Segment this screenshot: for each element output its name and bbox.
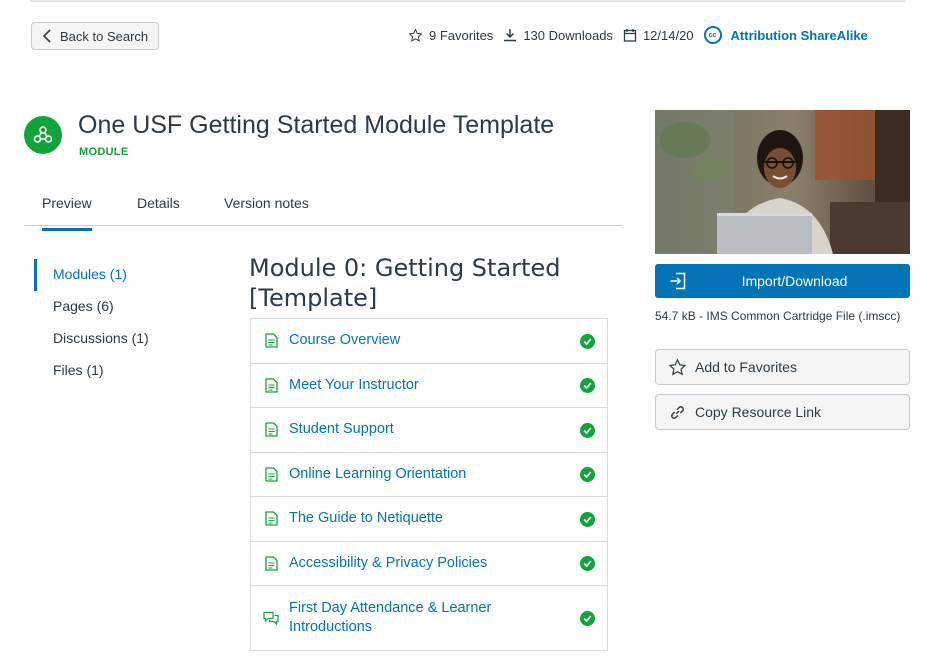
- module-item[interactable]: First Day Attendance & Learner Introduct…: [251, 586, 607, 650]
- link-icon: [671, 405, 684, 419]
- resource-meta: 9 Favorites 130 Downloads 12/14/20 cc At…: [408, 26, 878, 44]
- module-item[interactable]: Student Support: [251, 408, 607, 453]
- module-item-label[interactable]: Accessibility & Privacy Policies: [289, 554, 549, 573]
- module-item[interactable]: Online Learning Orientation: [251, 453, 607, 497]
- completed-check-icon: [580, 422, 595, 438]
- module-icon: [33, 126, 53, 143]
- import-download-label: Import/Download: [741, 273, 848, 289]
- preview-side-nav: Modules (1) Pages (6) Discussions (1) Fi…: [34, 259, 149, 387]
- add-to-favorites-label: Add to Favorites: [695, 359, 797, 375]
- module-item[interactable]: Course Overview: [251, 319, 607, 364]
- resource-thumbnail-image: [655, 110, 910, 254]
- completed-check-icon: [580, 467, 595, 483]
- resource-title: One USF Getting Started Module Template: [78, 111, 555, 139]
- page-icon: [263, 467, 279, 482]
- license-label[interactable]: Attribution ShareAlike: [731, 28, 868, 43]
- completed-check-icon: [580, 378, 595, 394]
- downloads-count: 130 Downloads: [503, 28, 613, 43]
- discussion-icon: [263, 611, 279, 625]
- download-icon: [504, 29, 517, 42]
- star-icon: [668, 358, 687, 375]
- module-item-list: Course Overview Meet Your Instructor Stu…: [250, 318, 608, 651]
- import-icon: [670, 272, 686, 290]
- module-item-label[interactable]: Online Learning Orientation: [289, 465, 549, 484]
- page-icon: [263, 422, 279, 437]
- copy-resource-link-button[interactable]: Copy Resource Link: [655, 394, 910, 430]
- back-to-search-button[interactable]: Back to Search: [31, 22, 159, 50]
- module-item-label[interactable]: Meet Your Instructor: [289, 376, 549, 395]
- side-nav-discussions[interactable]: Discussions (1): [34, 323, 149, 355]
- top-divider: [30, 0, 905, 2]
- tab-preview[interactable]: Preview: [42, 195, 92, 231]
- add-to-favorites-button[interactable]: Add to Favorites: [655, 349, 910, 385]
- date-updated: 12/14/20: [623, 28, 694, 43]
- page-icon: [263, 378, 279, 393]
- completed-check-icon: [580, 511, 595, 527]
- module-item-label[interactable]: First Day Attendance & Learner Introduct…: [289, 599, 549, 637]
- side-nav-pages[interactable]: Pages (6): [34, 291, 149, 323]
- side-nav-files[interactable]: Files (1): [34, 355, 149, 387]
- calendar-icon: [623, 29, 637, 42]
- tab-version-notes[interactable]: Version notes: [224, 195, 309, 211]
- star-icon: [408, 27, 423, 42]
- copy-resource-link-label: Copy Resource Link: [695, 404, 822, 420]
- page-icon: [263, 511, 279, 526]
- chevron-left-icon: [42, 29, 51, 43]
- page-icon: [263, 556, 279, 571]
- module-item-label[interactable]: The Guide to Netiquette: [289, 509, 549, 528]
- module-item[interactable]: Meet Your Instructor: [251, 364, 607, 408]
- resource-type-label: MODULE: [79, 146, 129, 158]
- module-title: Module 0: Getting Started [Template]: [249, 254, 561, 312]
- back-to-search-label: Back to Search: [60, 28, 149, 44]
- side-nav-modules[interactable]: Modules (1): [34, 259, 149, 291]
- completed-check-icon: [580, 611, 595, 626]
- module-item-label[interactable]: Student Support: [289, 420, 549, 439]
- import-download-button[interactable]: Import/Download: [655, 264, 910, 298]
- file-info: 54.7 kB - IMS Common Cartridge File (.im…: [655, 309, 901, 323]
- license-link[interactable]: cc Attribution ShareAlike: [703, 26, 868, 44]
- module-item-label[interactable]: Course Overview: [289, 331, 549, 350]
- completed-check-icon: [580, 333, 595, 349]
- favorites-count: 9 Favorites: [408, 28, 493, 43]
- module-item[interactable]: The Guide to Netiquette: [251, 497, 607, 542]
- creative-commons-icon: cc: [703, 26, 722, 44]
- tab-details[interactable]: Details: [137, 195, 180, 211]
- module-item[interactable]: Accessibility & Privacy Policies: [251, 542, 607, 586]
- module-type-icon: [24, 116, 62, 154]
- page-icon: [263, 333, 279, 348]
- completed-check-icon: [580, 556, 595, 572]
- resource-tabs: Preview Details Version notes: [24, 184, 622, 231]
